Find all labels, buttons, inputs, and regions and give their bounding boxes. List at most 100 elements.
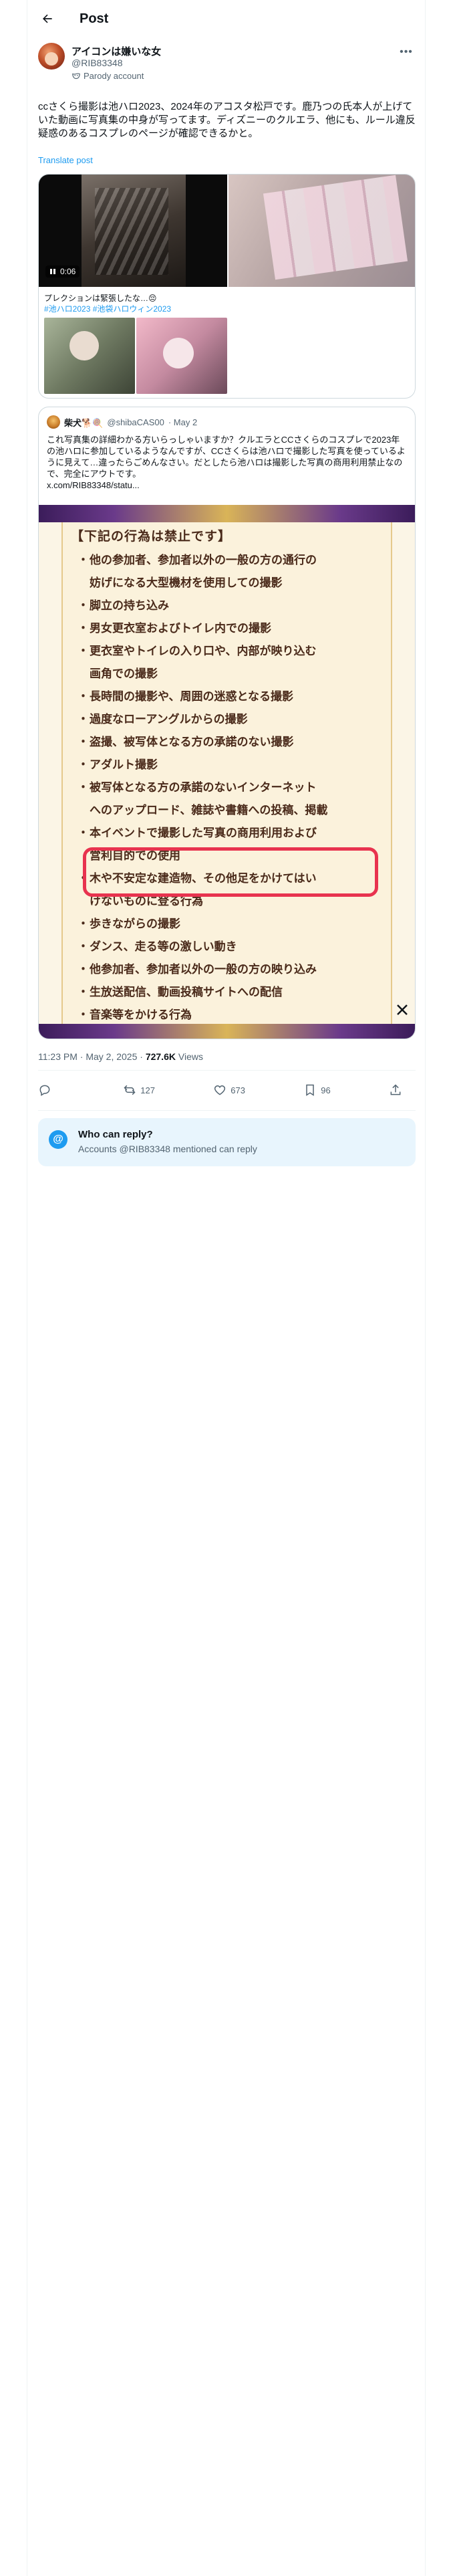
- rule-text: 男女更衣室およびトイレ内での撮影: [90, 622, 271, 635]
- bullet-icon: ・: [78, 918, 89, 930]
- share-button[interactable]: [389, 1083, 416, 1097]
- post-metadata: 11:23 PM · May 2, 2025 · 727.6K Views: [38, 1051, 203, 1062]
- rule-text: 本イベントで撮影した写真の商用利用および: [90, 827, 317, 839]
- media-hashtags[interactable]: #池ハロ2023 #池袋ハロウィン2023: [44, 303, 171, 314]
- page-title: Post: [80, 11, 109, 26]
- media-grid: 0:06 プレクションは緊張したな…😔 #池ハロ2023 #池袋ハロウィン202…: [38, 174, 416, 399]
- media-caption: プレクションは緊張したな…😔: [44, 294, 157, 303]
- bookmark-count: 96: [321, 1085, 331, 1095]
- post-timestamp[interactable]: 11:23 PM · May 2, 2025 ·: [38, 1051, 146, 1062]
- rule-item: ・他参加者、参加者以外の一般の方の映り込み: [78, 958, 378, 981]
- rule-item: ・音楽等をかける行為: [78, 1004, 378, 1027]
- like-count: 673: [231, 1085, 245, 1095]
- bullet-icon: ・: [78, 781, 89, 794]
- bullet-icon: ・: [78, 622, 89, 635]
- video-thumbnail: [82, 175, 186, 287]
- bullet-icon: ・: [78, 645, 89, 657]
- close-button[interactable]: [394, 1001, 411, 1018]
- rule-text-continued: 妨げになる大型機材を使用しての撮影: [90, 576, 283, 589]
- rule-item: ・盗撮、被写体となる方の承諾のない撮影: [78, 731, 378, 754]
- quoted-author-row: 柴犬🐕🍭 @shibaCAS00 · May 2: [47, 415, 197, 429]
- media-photo[interactable]: [136, 318, 227, 394]
- bullet-icon: ・: [78, 758, 89, 771]
- like-button[interactable]: 673: [213, 1083, 245, 1097]
- quoted-post-text: これ写真集の詳細わかる方いらっしゃいますか？クルエラとCCさくらのコスプレで20…: [47, 434, 408, 491]
- rule-text: 音楽等をかける行為: [90, 1008, 192, 1021]
- media-photo[interactable]: [229, 175, 415, 287]
- view-count: 727.6K: [145, 1051, 176, 1062]
- rule-text: 更衣室やトイレの入り口や、内部が映り込む: [90, 645, 317, 657]
- rule-text: 他参加者、参加者以外の一般の方の映り込み: [90, 963, 317, 976]
- rule-text: 生放送配信、動画投稿サイトへの配信: [90, 986, 283, 998]
- highlight-annotation: [83, 847, 378, 897]
- more-options-button[interactable]: •••: [397, 45, 416, 59]
- rule-text: 他の参加者、参加者以外の一般の方の通行の: [90, 554, 317, 566]
- author-handle[interactable]: @RIB83348: [71, 58, 122, 68]
- rule-item: ・アダルト撮影: [78, 754, 378, 776]
- avatar[interactable]: [38, 43, 65, 70]
- at-sign-icon: @: [49, 1130, 67, 1149]
- reply-restriction-title: Who can reply?: [78, 1129, 153, 1140]
- pause-icon: [50, 269, 55, 274]
- arrow-left-icon: [43, 14, 52, 23]
- reply-button[interactable]: [38, 1083, 65, 1097]
- share-icon: [390, 1084, 401, 1095]
- rule-item: ・生放送配信、動画投稿サイトへの配信: [78, 981, 378, 1004]
- post-header: Post: [27, 0, 426, 37]
- bullet-icon: ・: [78, 736, 89, 748]
- quoted-post-link[interactable]: x.com/RIB83348/statu...: [47, 480, 140, 490]
- author-name[interactable]: アイコンは嫌いな女: [71, 44, 161, 58]
- bullet-icon: ・: [78, 599, 89, 612]
- rule-item: ・歩きながらの撮影: [78, 913, 378, 936]
- video-timestamp[interactable]: 0:06: [45, 265, 80, 278]
- author-row: アイコンは嫌いな女 @RIB83348 Parody account •••: [38, 43, 416, 90]
- rules-title: 【下記の行為は禁止です】: [71, 530, 232, 544]
- rules-image[interactable]: 【下記の行為は禁止です】 ・他の参加者、参加者以外の一般の方の通行の 妨げになる大…: [39, 505, 415, 1039]
- bullet-icon: ・: [78, 690, 89, 703]
- bullet-icon: ・: [78, 1008, 89, 1021]
- quoted-post-date: · May 2: [168, 417, 198, 427]
- rule-text: 歩きながらの撮影: [90, 918, 180, 930]
- divider: [38, 1110, 416, 1111]
- reply-icon: [39, 1085, 50, 1096]
- divider: [38, 1070, 416, 1071]
- bullet-icon: ・: [78, 940, 89, 953]
- bullet-icon: ・: [78, 713, 89, 726]
- reply-restriction-subtitle: Accounts @RIB83348 mentioned can reply: [78, 1144, 257, 1154]
- back-button[interactable]: [35, 7, 59, 31]
- rule-text: アダルト撮影: [90, 758, 158, 771]
- bullet-icon: ・: [78, 554, 89, 566]
- parody-label: Parody account: [84, 71, 144, 81]
- rule-item: ・男女更衣室およびトイレ内での撮影: [78, 617, 378, 640]
- rule-item: ・被写体となる方の承諾のないインターネット へのアップロード、雑誌や書籍への投稿、…: [78, 776, 378, 822]
- rule-item: ・脚立の持ち込み: [78, 595, 378, 617]
- ornament-border: [39, 1024, 415, 1039]
- quoted-author-handle: @shibaCAS00: [107, 417, 164, 427]
- video-time-label: 0:06: [60, 267, 76, 276]
- video-player[interactable]: 0:06: [39, 175, 227, 287]
- translate-post-link[interactable]: Translate post: [38, 155, 93, 165]
- ellipsis-icon: •••: [400, 46, 413, 58]
- rule-text: 被写体となる方の承諾のないインターネット: [90, 781, 317, 794]
- action-bar: 127 673 96: [38, 1073, 416, 1107]
- quoted-author-name: 柴犬🐕🍭: [64, 417, 104, 428]
- repost-button[interactable]: 127: [123, 1083, 155, 1097]
- bullet-icon: ・: [78, 963, 89, 976]
- repost-icon: [124, 1085, 136, 1095]
- quoted-post[interactable]: 柴犬🐕🍭 @shibaCAS00 · May 2 これ写真集の詳細わかる方いらっ…: [38, 407, 416, 1039]
- rule-text: 過度なローアングルからの撮影: [90, 713, 248, 726]
- media-photo[interactable]: [44, 318, 135, 394]
- bookmark-button[interactable]: 96: [303, 1083, 331, 1097]
- rule-text: 盗撮、被写体となる方の承諾のない撮影: [90, 736, 294, 748]
- rule-text: 脚立の持ち込み: [90, 599, 169, 612]
- ornament-border: [39, 505, 415, 522]
- repost-count: 127: [140, 1085, 155, 1095]
- heart-icon: [214, 1085, 226, 1095]
- quoted-post-body: これ写真集の詳細わかる方いらっしゃいますか？クルエラとCCさくらのコスプレで20…: [47, 435, 406, 479]
- bullet-icon: ・: [78, 986, 89, 998]
- bookmark-icon: [306, 1084, 314, 1096]
- bullet-icon: ・: [78, 827, 89, 839]
- rule-item: ・過度なローアングルからの撮影: [78, 708, 378, 731]
- rules-board: 【下記の行為は禁止です】 ・他の参加者、参加者以外の一般の方の通行の 妨げになる大…: [61, 522, 392, 1024]
- rule-item: ・更衣室やトイレの入り口や、内部が映り込む 画角での撮影: [78, 640, 378, 685]
